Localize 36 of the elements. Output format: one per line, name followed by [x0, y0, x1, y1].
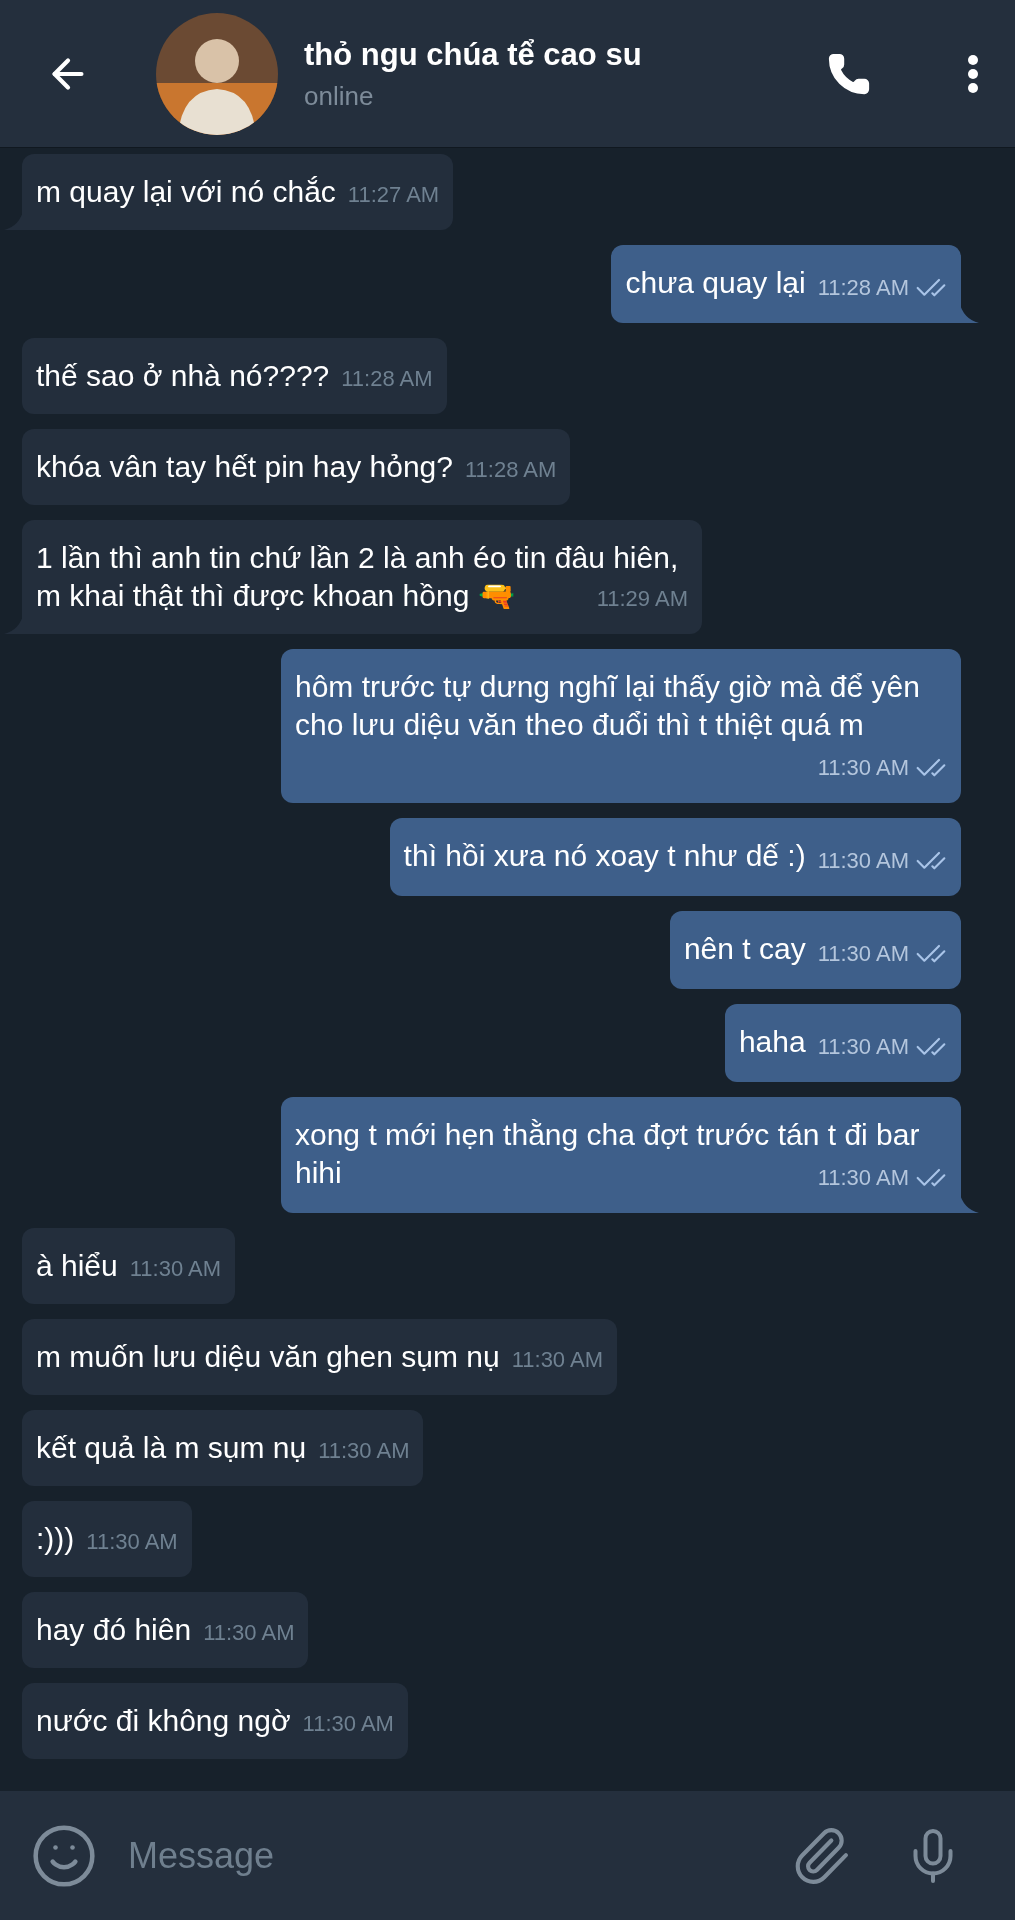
- message-time: 11:30 AM: [817, 1164, 909, 1192]
- contact-status: online: [304, 79, 375, 113]
- incoming-message: à hiểu 11:30 AM: [22, 1228, 236, 1304]
- message-time: 11:30 AM: [129, 1255, 222, 1283]
- message-time: 11:30 AM: [817, 847, 909, 875]
- more-vertical-icon: [967, 53, 979, 94]
- message-time: 11:30 AM: [86, 1528, 178, 1556]
- message-time: 11:28 AM: [341, 365, 433, 393]
- message-time: 11:30 AM: [817, 940, 909, 968]
- message-time: 11:30 AM: [817, 1033, 909, 1061]
- message-time: 11:30 AM: [318, 1437, 410, 1465]
- message-time: 11:28 AM: [817, 274, 909, 302]
- outgoing-message: nên t cay 11:30 AM: [669, 911, 961, 989]
- message-time: 11:30 AM: [511, 1346, 603, 1374]
- outgoing-message: chưa quay lại 11:28 AM: [611, 245, 961, 323]
- incoming-message: khóa vân tay hết pin hay hỏng? 11:28 AM: [22, 429, 571, 505]
- incoming-message: hay đó hiên 11:30 AM: [22, 1592, 309, 1668]
- incoming-message: 1 lần thì anh tin chứ lần 2 là anh éo tin đâu hiên, m khai thật thì được khoan hồng 🔫 11:29 AM: [22, 520, 702, 634]
- incoming-message: m muốn lưu diệu văn ghen sụm nụ 11:30 AM: [22, 1319, 617, 1395]
- outgoing-message: xong t mới hẹn thằng cha đợt trước tán t đi bar hihi 11:30 AM: [281, 1097, 961, 1213]
- incoming-message: m quay lại với nó chắc 11:27 AM: [22, 154, 454, 230]
- message-time: 11:30 AM: [817, 754, 909, 782]
- message-time: 11:30 AM: [302, 1710, 394, 1738]
- message-composer[interactable]: Message: [0, 1791, 1015, 1920]
- outgoing-message: thì hồi xưa nó xoay t như dế :) 11:30 AM: [389, 818, 961, 896]
- outgoing-message: hôm trước tự dưng nghĩ lại thấy giờ mà để yên cho lưu diệu văn theo đuổi thì t thiệt quá m 11:30 AM: [281, 649, 961, 803]
- message-time: 11:30 AM: [203, 1619, 295, 1647]
- message-time: 11:27 AM: [347, 181, 440, 209]
- message-time: 11:28 AM: [465, 456, 557, 484]
- message-time: 11:29 AM: [596, 585, 688, 613]
- incoming-message: nước đi không ngờ 11:30 AM: [22, 1683, 408, 1759]
- contact-name: thỏ ngu chúa tể cao su: [304, 35, 643, 74]
- incoming-message: thế sao ở nhà nó???? 11:28 AM: [22, 338, 447, 414]
- incoming-message: :))) 11:30 AM: [22, 1501, 192, 1577]
- outgoing-message: haha 11:30 AM: [724, 1004, 961, 1082]
- incoming-message: kết quả là m sụm nụ 11:30 AM: [22, 1410, 424, 1486]
